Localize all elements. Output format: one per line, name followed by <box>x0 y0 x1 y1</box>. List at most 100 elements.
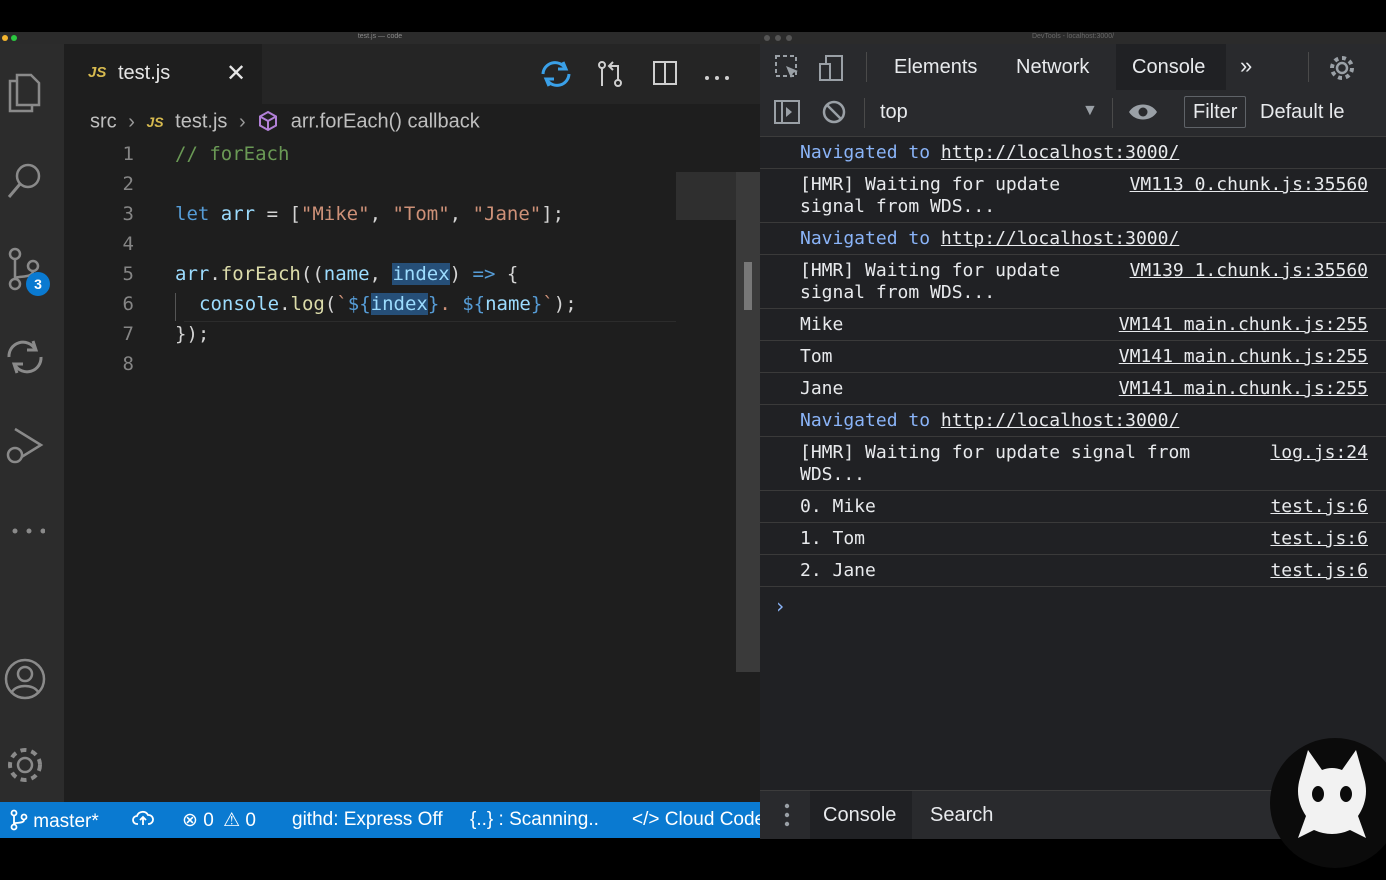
problems-indicator[interactable]: ⊗ 0 ⚠ 0 <box>182 809 256 832</box>
vscode-window: test.js — code 3 JS test.js ✕ src › JS t… <box>0 32 765 838</box>
code-token: . <box>439 293 463 315</box>
context-selector[interactable]: top <box>880 101 908 124</box>
code-line[interactable]: // forEach <box>175 143 289 165</box>
console-message-text: Navigated to http://localhost:3000/ <box>800 410 1179 432</box>
code-line[interactable]: console.log(`${index}. ${name}`); <box>199 293 577 315</box>
filter-input[interactable]: Filter <box>1184 96 1246 128</box>
more-views-icon[interactable] <box>0 506 50 556</box>
breadcrumb-file[interactable]: test.js <box>175 111 227 133</box>
editor-tab-bar: JS test.js ✕ <box>64 44 760 104</box>
code-token: , <box>369 263 381 285</box>
code-token: ` <box>542 293 554 315</box>
drawer-tab-console[interactable]: Console <box>823 804 896 827</box>
code-token: ) <box>449 263 462 285</box>
code-token: => <box>472 263 496 285</box>
tab-filename: test.js <box>118 62 171 84</box>
navigation-url-link[interactable]: http://localhost:3000/ <box>941 410 1179 431</box>
cloud-upload-icon[interactable] <box>132 809 154 833</box>
breadcrumb-folder[interactable]: src <box>90 111 117 133</box>
code-token: index <box>392 263 450 285</box>
remote-sync-icon[interactable] <box>0 332 50 382</box>
code-line[interactable]: }); <box>175 323 209 345</box>
scm-count-badge: 3 <box>26 272 50 296</box>
show-sidebar-icon[interactable] <box>774 100 800 129</box>
console-navigation-message: Navigated to http://localhost:3000/ <box>760 136 1386 169</box>
cloud-code-status[interactable]: </> Cloud Code <box>632 809 765 831</box>
code-token: ) <box>186 323 198 345</box>
code-line[interactable]: let arr = ["Mike", "Tom", "Jane"]; <box>175 203 564 225</box>
error-count: 0 <box>203 810 214 831</box>
code-line-text: // forEach <box>175 143 290 165</box>
minimap[interactable] <box>676 172 736 220</box>
live-share-sync-icon[interactable] <box>540 60 572 93</box>
source-control-icon[interactable]: 3 <box>0 244 50 296</box>
code-token: } <box>530 293 543 315</box>
devtools-window: DevTools - localhost:3000/ Elements Netw… <box>760 32 1386 839</box>
navigation-url-link[interactable]: http://localhost:3000/ <box>941 142 1179 163</box>
source-link[interactable]: VM141 main.chunk.js:255 <box>1119 314 1368 335</box>
source-link[interactable]: test.js:6 <box>1270 496 1368 517</box>
filter-label: Filter <box>1193 101 1238 123</box>
current-line-highlight <box>184 321 676 322</box>
console-message-text: 0. Mike <box>800 496 876 517</box>
source-link[interactable]: test.js:6 <box>1270 560 1368 581</box>
search-icon[interactable] <box>0 156 50 206</box>
code-token: arr <box>220 203 256 225</box>
more-actions-icon[interactable] <box>704 68 730 86</box>
more-tabs-chevron-icon[interactable]: » <box>1240 53 1252 79</box>
tab-network[interactable]: Network <box>1016 56 1089 79</box>
context-dropdown-arrow-icon[interactable]: ▼ <box>1082 102 1098 120</box>
account-icon[interactable] <box>0 654 50 704</box>
code-token: "Tom" <box>392 203 450 225</box>
settings-gear-icon[interactable] <box>1328 54 1356 87</box>
console-message-text: Tom <box>800 346 833 367</box>
devtools-titlebar: DevTools - localhost:3000/ <box>760 32 1386 44</box>
device-toolbar-icon[interactable] <box>818 54 846 87</box>
cube-symbol-icon <box>257 110 285 133</box>
inspect-element-icon[interactable] <box>774 54 802 87</box>
line-number: 6 <box>122 293 134 315</box>
code-token: ${ <box>347 293 371 315</box>
tab-test-js[interactable]: JS test.js ✕ <box>64 44 262 104</box>
console-log-message: 1. Tom test.js:6 <box>760 522 1386 555</box>
explorer-icon[interactable] <box>0 68 50 118</box>
status-bar: master* ⊗ 0 ⚠ 0 githd: Express Off {..} … <box>0 802 765 838</box>
editor-scrollbar[interactable] <box>736 172 760 672</box>
source-link[interactable]: test.js:6 <box>1270 528 1368 549</box>
drawer-tab-search[interactable]: Search <box>930 804 993 827</box>
scanning-status[interactable]: {..} : Scanning.. <box>470 809 599 831</box>
split-editor-icon[interactable] <box>652 60 678 91</box>
close-tab-icon[interactable]: ✕ <box>226 59 246 88</box>
js-file-icon: JS <box>146 114 164 130</box>
githd-status[interactable]: githd: Express Off <box>292 809 443 831</box>
code-token: ) <box>553 293 566 315</box>
source-link[interactable]: VM139 1.chunk.js:35560 <box>1130 260 1368 281</box>
toolbar-divider <box>866 52 867 82</box>
breadcrumb-symbol[interactable]: arr.forEach() callback <box>291 111 480 133</box>
source-link[interactable]: VM141 main.chunk.js:255 <box>1119 378 1368 399</box>
tab-elements[interactable]: Elements <box>894 56 977 79</box>
navigation-url-link[interactable]: http://localhost:3000/ <box>941 228 1179 249</box>
clear-console-icon[interactable] <box>822 100 846 129</box>
tab-console[interactable]: Console <box>1132 56 1205 79</box>
drawer-menu-icon[interactable] <box>784 803 790 832</box>
console-message-text: Navigated to http://localhost:3000/ <box>800 142 1179 164</box>
compare-changes-icon[interactable] <box>596 60 624 93</box>
source-link[interactable]: VM113 0.chunk.js:35560 <box>1130 174 1368 195</box>
branch-indicator[interactable]: master* <box>10 809 99 833</box>
log-levels-dropdown[interactable]: Default le <box>1260 101 1345 124</box>
run-debug-icon[interactable] <box>0 420 50 470</box>
console-navigation-message: Navigated to http://localhost:3000/ <box>760 222 1386 255</box>
live-expression-eye-icon[interactable] <box>1128 102 1158 127</box>
code-token: ; <box>197 323 210 345</box>
console-message-text: 1. Tom <box>800 528 866 549</box>
scrollbar-thumb[interactable] <box>744 262 752 310</box>
code-line[interactable]: arr.forEach((name, index) => { <box>175 263 518 285</box>
source-link[interactable]: VM141 main.chunk.js:255 <box>1119 346 1368 367</box>
settings-gear-icon[interactable] <box>0 740 50 790</box>
source-link[interactable]: log.js:24 <box>1270 442 1368 463</box>
console-prompt[interactable]: › <box>774 594 786 618</box>
devtools-tab-bar: Elements Network Console » <box>760 44 1386 91</box>
code-editor[interactable]: 1 2 3 4 5 6 7 8 // forEach let arr = ["M… <box>64 140 676 800</box>
